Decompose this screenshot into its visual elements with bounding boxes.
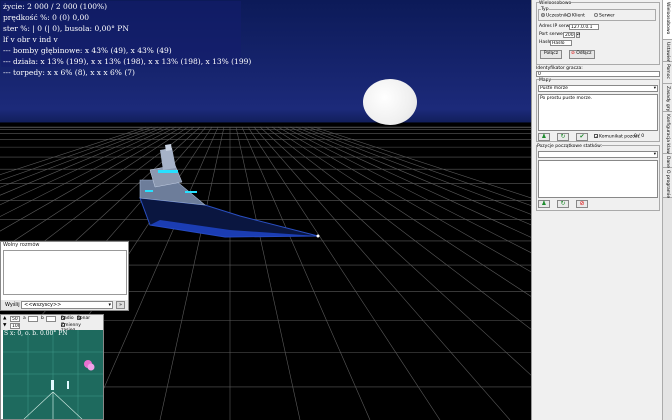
tab-label: Dane bbox=[665, 156, 670, 168]
side-panel: Wieloosobowo Typ Uczestnik Klient Serwer… bbox=[531, 0, 662, 420]
tab-1[interactable]: Ustawienia bbox=[663, 40, 672, 67]
server-port-field[interactable]: 2000 bbox=[563, 32, 575, 38]
tab-6[interactable]: O programie bbox=[663, 168, 672, 198]
radio-server[interactable] bbox=[594, 13, 598, 17]
confirm-map-button[interactable]: ✔ bbox=[576, 133, 588, 141]
radio-client[interactable] bbox=[567, 13, 571, 17]
tab-label: Wieloosobowo bbox=[665, 2, 670, 35]
refresh-positions-button[interactable]: ↻ bbox=[557, 200, 569, 208]
chevron-down-icon: ▾ bbox=[653, 86, 656, 91]
check-icon: ✔ bbox=[579, 133, 585, 140]
add-position-button[interactable]: ♟ bbox=[538, 200, 550, 208]
stop-icon: ⊘ bbox=[571, 51, 575, 56]
tab-2[interactable]: Pomoc bbox=[663, 62, 672, 84]
radar-scope-graphic bbox=[3, 330, 103, 419]
radar-value2-field[interactable]: 100 bbox=[10, 323, 20, 329]
hud-line: prędkość %: 0 (0) 0,00 bbox=[3, 13, 90, 22]
type-option-participant[interactable]: Uczestnik bbox=[541, 13, 568, 20]
disconnect-button[interactable]: ⊘ Odłącz bbox=[569, 50, 595, 59]
tab-label: Pomoc bbox=[665, 64, 670, 79]
tab-5[interactable]: Dane bbox=[663, 154, 672, 168]
radar-value1-field[interactable]: 50 bbox=[10, 316, 20, 322]
ship-status-hud: życie: 2 000 / 2 000 (100%) prędkość %: 0… bbox=[1, 1, 252, 77]
chevron-down-icon: ▾ bbox=[653, 152, 656, 157]
type-option-client-label: Klient bbox=[572, 13, 585, 19]
comment-value: 0 / 0 bbox=[634, 134, 645, 139]
type-option-client[interactable]: Klient bbox=[567, 13, 585, 20]
radar-radio-label: Radio bbox=[61, 316, 74, 321]
radar-readout: S x: 0, o. b. 0.00° PN bbox=[4, 330, 68, 337]
radar-step-up-icon[interactable]: ▲ bbox=[3, 316, 6, 321]
hud-line: lf v obr v ind v bbox=[3, 35, 58, 44]
chat-window: Wolny rozmów Wyślij <<wszyscy>> ▾ » bbox=[0, 241, 129, 311]
stop-icon: ⊘ bbox=[579, 200, 585, 207]
hud-line: ster %: | 0 (| 0), busola: 0,00° PN bbox=[3, 24, 129, 33]
chevron-down-icon: ▾ bbox=[108, 302, 111, 308]
map-description: Po prostu puste morze. bbox=[538, 94, 658, 131]
tab-0[interactable]: Wieloosobowo bbox=[663, 0, 672, 40]
tab-4[interactable]: Konfiguracja klawiszy bbox=[663, 112, 672, 162]
type-option-server[interactable]: Serwer bbox=[594, 13, 615, 20]
refresh-maps-button[interactable]: ↻ bbox=[557, 133, 569, 141]
hud-line: --- bomby głębinowe: x 43% (49), x 43% (… bbox=[3, 46, 172, 55]
radar-step-down-icon[interactable]: ▼ bbox=[3, 323, 6, 328]
map-select[interactable]: Puste morze ▾ bbox=[538, 85, 658, 92]
chat-log[interactable] bbox=[3, 250, 127, 295]
radar-sonar-label: Sonar bbox=[77, 316, 91, 321]
positions-select[interactable]: ▾ bbox=[538, 151, 658, 158]
maps-label: Mapy bbox=[539, 78, 552, 84]
person-add-icon: ♟ bbox=[541, 133, 547, 140]
remove-position-button[interactable]: ⊘ bbox=[576, 200, 588, 208]
chat-title: Wolny rozmów bbox=[3, 242, 40, 248]
radar-a-input[interactable] bbox=[28, 316, 38, 322]
vertical-tab-bar: Wieloosobowo Ustawienia Pomoc Zasady gry Kon… bbox=[662, 0, 672, 420]
type-option-participant-label: Uczestnik bbox=[546, 13, 568, 19]
comment-checkbox[interactable]: ✓ bbox=[594, 134, 598, 139]
radar-field-a-label: a bbox=[23, 316, 26, 321]
player-id-field[interactable]: 0 bbox=[536, 71, 660, 77]
server-ip-field[interactable]: 127.0.0.1 bbox=[569, 24, 599, 30]
radar-window: ▲ ▼ 50 100 a b ✓Radio ✓Sonar Zmienny zas… bbox=[0, 314, 104, 420]
disconnect-button-label: Odłącz bbox=[576, 51, 592, 56]
chat-send-button[interactable]: » bbox=[116, 301, 125, 309]
chat-recipient-select[interactable]: <<wszyscy>> ▾ bbox=[21, 301, 113, 309]
radio-participant[interactable] bbox=[541, 13, 545, 17]
radar-scope[interactable]: S x: 0, o. b. 0.00° PN bbox=[3, 330, 103, 419]
chat-send-label: Wyślij bbox=[5, 302, 20, 308]
connect-button[interactable]: Połącz bbox=[540, 50, 562, 59]
radar-b-input[interactable] bbox=[46, 316, 56, 322]
chat-recipient-value: <<wszyscy>> bbox=[24, 302, 62, 308]
positions-label: Pozycje początkowe statków: bbox=[537, 144, 603, 150]
type-option-server-label: Serwer bbox=[599, 13, 615, 19]
radar-controls: ▲ ▼ 50 100 a b ✓Radio ✓Sonar Zmienny zas… bbox=[1, 315, 103, 333]
refresh-icon: ↻ bbox=[560, 133, 566, 140]
chat-send-row: Wyślij <<wszyscy>> ▾ » bbox=[1, 300, 128, 310]
hud-line: --- torpedy: x x 6% (8), x x x 6% (7) bbox=[3, 68, 135, 77]
connect-button-label: Połącz bbox=[543, 51, 559, 56]
add-map-button[interactable]: ♟ bbox=[538, 133, 550, 141]
port-spinner[interactable]: ▴▾ bbox=[576, 32, 580, 38]
map-select-value: Puste morze bbox=[540, 86, 568, 91]
positions-list[interactable] bbox=[538, 160, 658, 198]
password-field[interactable]: Hasło bbox=[550, 40, 572, 46]
tab-label: O programie bbox=[665, 170, 670, 199]
tab-label: Zasady gry bbox=[665, 86, 670, 112]
radar-field-b-label: b bbox=[41, 316, 44, 321]
person-add-icon: ♟ bbox=[541, 200, 547, 207]
refresh-icon: ↻ bbox=[560, 200, 566, 207]
tab-3[interactable]: Zasady gry bbox=[663, 84, 672, 112]
hud-line: życie: 2 000 / 2 000 (100%) bbox=[3, 2, 108, 11]
hud-line: --- działa: x 13% (199), x x 13% (198), … bbox=[3, 57, 252, 66]
